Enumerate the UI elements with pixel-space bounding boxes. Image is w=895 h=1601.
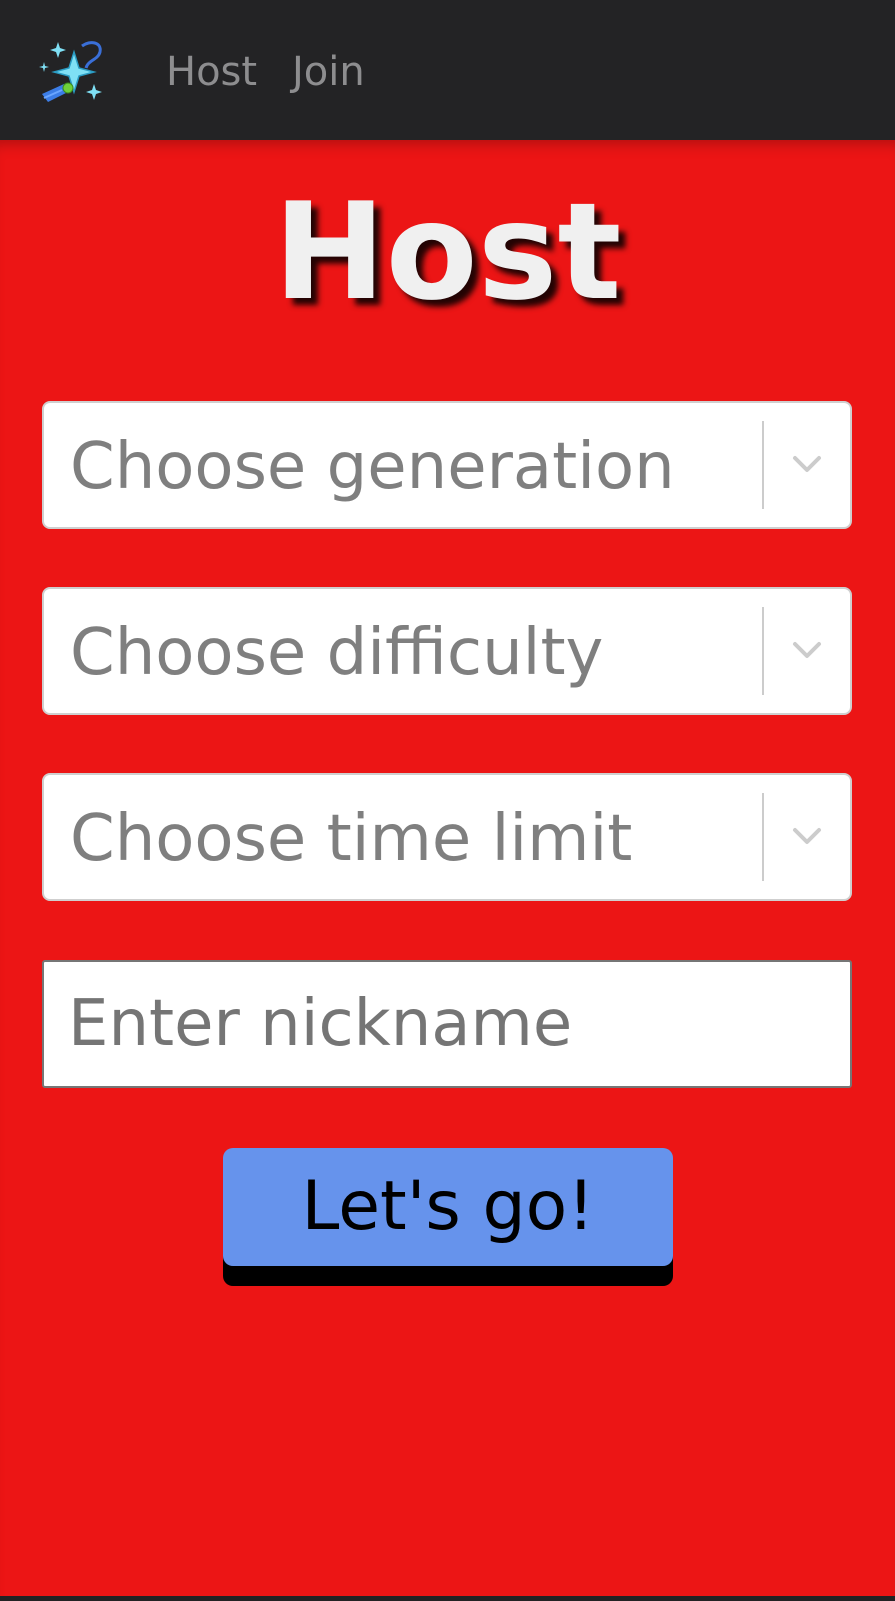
generation-select-placeholder: Choose generation [70, 430, 675, 504]
page-title: Host [273, 174, 622, 330]
chevron-down-icon[interactable] [790, 633, 824, 667]
select-divider [762, 607, 764, 695]
nickname-input[interactable] [42, 960, 852, 1088]
chevron-down-icon[interactable] [790, 819, 824, 853]
time-limit-select-placeholder: Choose time limit [70, 802, 633, 876]
generation-select[interactable]: Choose generation [42, 401, 852, 529]
difficulty-select-placeholder: Choose difficulty [70, 616, 604, 690]
nav-link-host[interactable]: Host [166, 46, 257, 98]
sparkles-logo-icon[interactable] [38, 38, 106, 108]
navbar: Host Join [0, 0, 895, 140]
select-divider [762, 793, 764, 881]
lets-go-button[interactable]: Let's go! [223, 1148, 673, 1266]
difficulty-select[interactable]: Choose difficulty [42, 587, 852, 715]
select-divider [762, 421, 764, 509]
time-limit-select[interactable]: Choose time limit [42, 773, 852, 901]
nav-link-join[interactable]: Join [292, 46, 365, 98]
chevron-down-icon[interactable] [790, 447, 824, 481]
